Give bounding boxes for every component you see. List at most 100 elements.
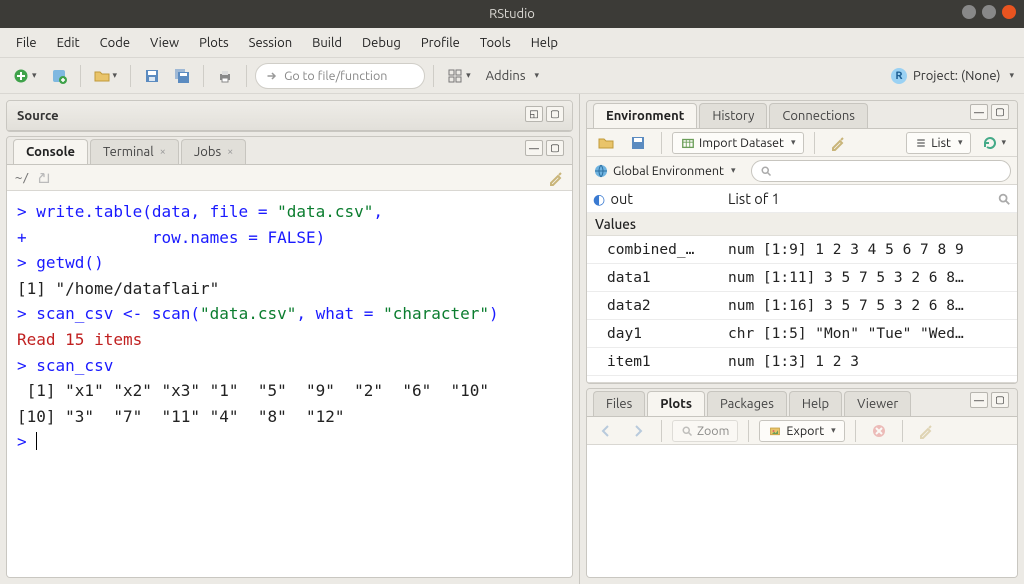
env-toolbar: Import Dataset▾ List▾ ▾ [587,129,1017,157]
menu-profile[interactable]: Profile [413,32,468,54]
new-file-button[interactable]: ▾ [8,63,42,89]
source-pane-header[interactable]: Source ◱ ▢ [7,101,572,131]
menu-file[interactable]: File [8,32,45,54]
plot-prev-button[interactable] [593,418,619,444]
pane-maximize-icon[interactable]: ▢ [546,140,564,156]
files-tabs: Files Plots Packages Help Viewer — ▢ [587,389,1017,417]
tab-console[interactable]: Console [13,139,88,164]
tab-viewer[interactable]: Viewer [844,391,911,416]
tab-connections[interactable]: Connections [769,103,868,128]
menu-tools[interactable]: Tools [472,32,519,54]
arrow-left-icon [598,423,614,439]
new-project-button[interactable] [46,63,72,89]
export-icon [768,425,782,437]
panes-layout-button[interactable]: ▾ [442,63,476,89]
env-variable-row[interactable]: item1num [1:3] 1 2 3 [587,348,1017,376]
delete-icon [871,423,887,439]
goto-placeholder: Go to file/function [284,69,387,83]
save-all-icon [174,68,190,84]
plot-next-button[interactable] [625,418,651,444]
close-icon[interactable]: × [160,146,166,158]
window-minimize-icon[interactable] [962,5,976,19]
env-variable-row[interactable]: data2num [1:16] 3 5 7 5 3 2 6 8… [587,292,1017,320]
menu-view[interactable]: View [142,32,187,54]
env-variable-row[interactable]: combined_…num [1:9] 1 2 3 4 5 6 7 8 9 [587,236,1017,264]
broom-icon[interactable] [548,170,564,186]
menu-plots[interactable]: Plots [191,32,237,54]
console-wd: ~/ [15,171,29,185]
window-close-icon[interactable] [1002,5,1016,19]
save-workspace-button[interactable] [625,130,651,156]
remove-plot-button[interactable] [866,418,892,444]
tab-jobs[interactable]: Jobs× [181,139,246,164]
env-variable-row[interactable]: day1chr [1:5] "Mon" "Tue" "Wed… [587,320,1017,348]
menu-debug[interactable]: Debug [354,32,409,54]
view-mode-dropdown[interactable]: List▾ [906,132,971,154]
plots-toolbar: Zoom Export▾ [587,417,1017,445]
pane-minimize-icon[interactable]: — [970,104,988,120]
r-badge-icon: R [891,68,907,84]
load-workspace-button[interactable] [593,130,619,156]
save-icon [630,135,646,151]
open-file-button[interactable]: ▾ [89,63,123,89]
export-button[interactable]: Export▾ [759,420,844,442]
environment-list[interactable]: ◐ outList of 1Valuescombined_…num [1:9] … [587,185,1017,383]
clear-plots-button[interactable] [913,418,939,444]
pane-maximize-icon[interactable]: ▢ [991,392,1009,408]
pane-maximize-icon[interactable]: ▢ [546,106,564,122]
zoom-button[interactable]: Zoom [672,420,738,442]
scope-selector[interactable]: Global Environment▾ [593,160,743,182]
pane-minimize-icon[interactable]: — [970,392,988,408]
pane-restore-icon[interactable]: ◱ [525,106,543,122]
window-titlebar: RStudio [0,0,1024,28]
menu-edit[interactable]: Edit [49,32,88,54]
menu-session[interactable]: Session [241,32,300,54]
broom-icon [830,135,846,151]
arrow-right-icon [630,423,646,439]
tab-help[interactable]: Help [789,391,842,416]
new-project-icon [51,68,67,84]
search-icon[interactable] [997,192,1011,206]
main-toolbar: ▾ ▾ Go to file/function ▾ Addins ▾ R Pro… [0,58,1024,94]
env-tabs: Environment History Connections — ▢ [587,101,1017,129]
new-file-icon [13,68,29,84]
print-icon [217,68,233,84]
import-dataset-button[interactable]: Import Dataset▾ [672,132,804,154]
tab-environment[interactable]: Environment [593,103,697,128]
goto-file-function-input[interactable]: Go to file/function [255,63,425,89]
pane-maximize-icon[interactable]: ▢ [991,104,1009,120]
menu-help[interactable]: Help [523,32,566,54]
magnify-icon [681,425,693,437]
menu-code[interactable]: Code [92,32,138,54]
pane-minimize-icon[interactable]: — [525,140,543,156]
window-title: RStudio [489,7,535,21]
tab-files[interactable]: Files [593,391,645,416]
project-selector[interactable]: R Project: (None) ▾ [891,68,1014,84]
menu-build[interactable]: Build [304,32,350,54]
window-maximize-icon[interactable] [982,5,996,19]
console-output[interactable]: > write.table(data, file = "data.csv", +… [7,191,572,577]
tab-packages[interactable]: Packages [707,391,787,416]
print-button[interactable] [212,63,238,89]
env-search-input[interactable] [751,160,1011,182]
close-icon[interactable]: × [227,146,233,158]
env-object-out[interactable]: ◐ outList of 1 [587,185,1017,213]
broom-icon [918,423,934,439]
clear-workspace-button[interactable] [825,130,851,156]
popout-icon[interactable] [37,171,51,185]
tab-plots[interactable]: Plots [647,391,705,416]
open-folder-icon [598,135,614,151]
open-folder-icon [94,68,110,84]
import-icon [681,136,695,150]
save-button[interactable] [139,63,165,89]
addins-dropdown[interactable]: Addins ▾ [486,69,539,83]
tab-history[interactable]: History [699,103,767,128]
tab-terminal[interactable]: Terminal× [90,139,179,164]
refresh-button[interactable]: ▾ [977,130,1011,156]
env-variable-row[interactable]: data1num [1:11] 3 5 7 5 3 2 6 8… [587,264,1017,292]
plot-canvas [587,445,1017,577]
env-variable-row[interactable]: item2num [1:3] 4 5 6 [587,376,1017,383]
console-subtoolbar: ~/ [7,165,572,191]
list-icon [915,137,927,149]
save-all-button[interactable] [169,63,195,89]
